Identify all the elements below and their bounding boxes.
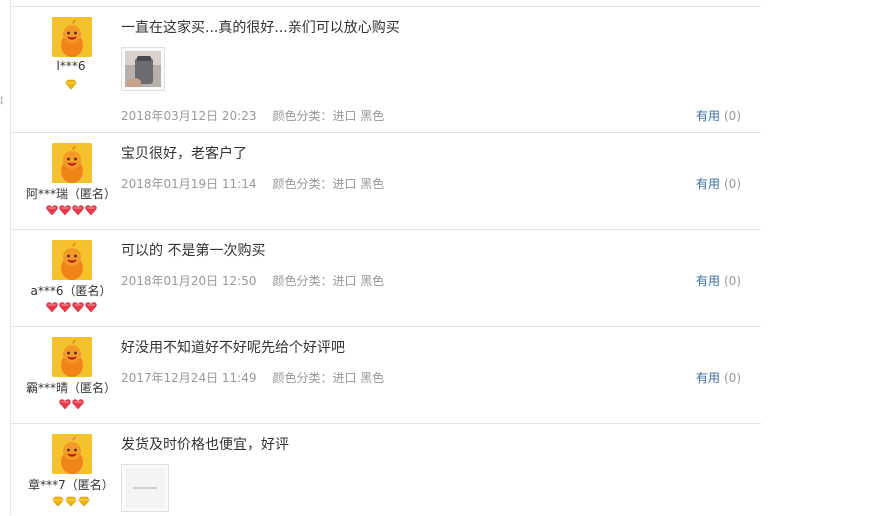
reviewer-badges [11,204,131,216]
useful-count: (0) [724,177,741,191]
review-variant: 颜色分类：进口 黑色 [272,177,385,191]
review-date: 2018年03月12日 20:23 [121,109,257,123]
avatar[interactable] [52,337,92,377]
reviewer-badges [11,398,131,410]
review-comment: 宝贝很好，老客户了 [121,146,247,162]
left-rail-stub: 吧 [0,93,3,109]
useful-count: (0) [724,274,741,288]
avatar[interactable] [52,240,92,280]
reviewer-badges [11,78,131,90]
reviewer-name: l***6 [56,59,86,73]
review-comment: 发货及时价格也便宜，好评 [121,437,289,453]
review-meta: 2017年12月24日 11:49 颜色分类：进口 黑色 [121,369,384,386]
reviewer-name: 阿***瑞（匿名） [25,187,116,201]
review-comment: 好没用不知道好不好呢先给个好评吧 [121,340,345,356]
gold-diamond-icon [65,496,77,507]
review-variant: 颜色分类：进口 黑色 [272,371,385,385]
red-heart-icon [84,302,97,313]
gold-diamond-icon [65,79,77,90]
review-meta: 2018年01月19日 11:14 颜色分类：进口 黑色 [121,175,384,192]
avatar[interactable] [52,434,92,474]
useful-vote: 有用 (0) [696,107,741,124]
gold-diamond-icon [52,496,64,507]
review-variant: 颜色分类：进口 黑色 [272,109,385,123]
useful-vote: 有用 (0) [696,175,741,192]
review-comment: 可以的 不是第一次购买 [121,243,266,259]
review-item: 章***7（匿名） 发货及时价格也便宜，好评 [11,423,761,516]
reviewer-badges [11,495,131,507]
avatar[interactable] [52,143,92,183]
gold-diamond-icon [78,496,90,507]
red-heart-icon [71,302,84,313]
review-date: 2018年01月20日 12:50 [121,274,257,288]
reviewer-badges [11,301,131,313]
red-heart-icon [71,205,84,216]
red-heart-icon [58,205,71,216]
red-heart-icon [71,399,84,410]
useful-count: (0) [724,371,741,385]
red-heart-icon [84,205,97,216]
review-date: 2018年01月19日 11:14 [121,177,257,191]
useful-button[interactable]: 有用 [696,177,720,191]
reviewer-name: 章***7（匿名） [28,478,114,492]
left-rail: 吧 [0,0,9,515]
useful-count: (0) [724,109,741,123]
review-list: l***6 一直在这家买...真的很好...亲们可以放心购买 2018年03月1… [10,0,769,515]
right-gutter [768,0,881,515]
review-meta: 2018年03月12日 20:23 颜色分类：进口 黑色 [121,107,384,124]
review-meta: 2018年01月20日 12:50 颜色分类：进口 黑色 [121,272,384,289]
red-heart-icon [45,302,58,313]
review-variant: 颜色分类：进口 黑色 [272,274,385,288]
reviewer-name: a***6（匿名） [30,284,112,298]
useful-button[interactable]: 有用 [696,371,720,385]
review-item: l***6 一直在这家买...真的很好...亲们可以放心购买 2018年03月1… [11,6,761,133]
reviewer-name: 霸***晴（匿名） [25,381,116,395]
review-item: a***6（匿名） 可以的 不是第一次购买 2018年01月20日 12:50 颜… [11,229,761,327]
review-photo-thumbnail[interactable] [121,47,165,91]
review-item: 霸***晴（匿名） 好没用不知道好不好呢先给个好评吧 2017年12月24日 1… [11,326,761,424]
useful-button[interactable]: 有用 [696,274,720,288]
review-item: 阿***瑞（匿名） 宝贝很好，老客户了 2018年01月19日 11:14 颜色分… [11,132,761,230]
red-heart-icon [58,399,71,410]
avatar[interactable] [52,17,92,57]
review-date: 2017年12月24日 11:49 [121,371,257,385]
useful-vote: 有用 (0) [696,272,741,289]
review-photo-thumbnail[interactable] [121,464,169,512]
red-heart-icon [45,205,58,216]
review-comment: 一直在这家买...真的很好...亲们可以放心购买 [121,20,400,36]
red-heart-icon [58,302,71,313]
useful-button[interactable]: 有用 [696,109,720,123]
useful-vote: 有用 (0) [696,369,741,386]
